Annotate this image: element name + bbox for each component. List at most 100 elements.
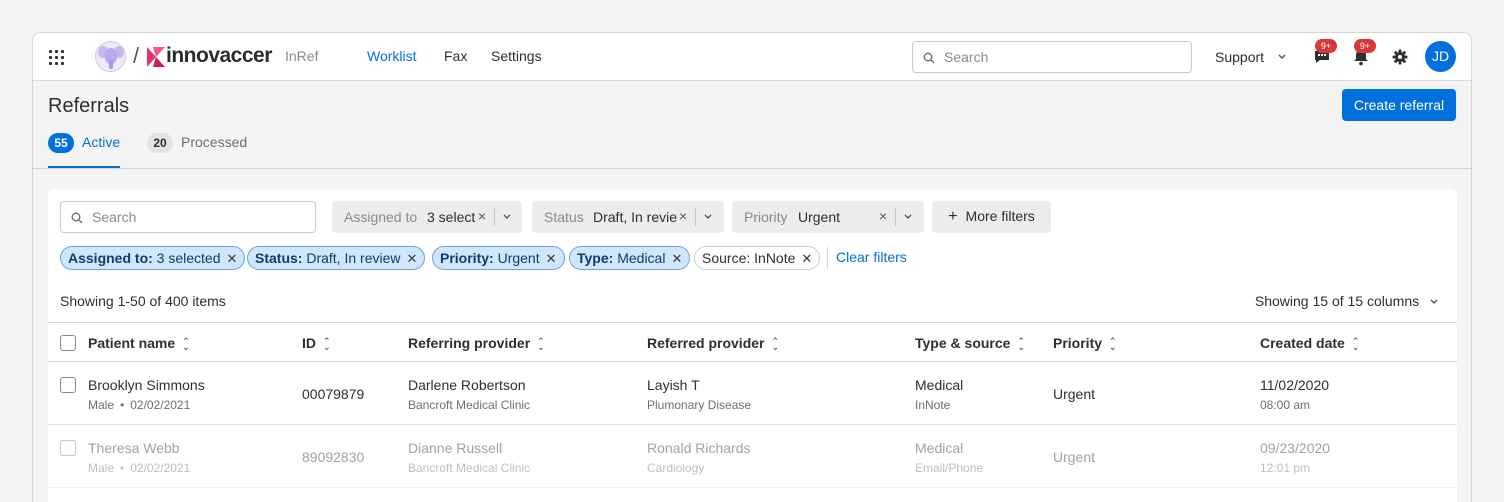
- app-switcher-icon[interactable]: [47, 47, 67, 67]
- dropdown-label: Status: [544, 209, 584, 225]
- close-icon[interactable]: ✕: [546, 248, 557, 270]
- settings-gear-icon[interactable]: [1391, 48, 1409, 66]
- close-icon[interactable]: ✕: [671, 248, 682, 270]
- referring-provider: Darlene Robertson: [408, 377, 526, 393]
- assigned-to-dropdown[interactable]: Assigned to 3 select ×: [332, 201, 522, 233]
- sort-icon[interactable]: ⌃ ⌄: [1109, 337, 1117, 352]
- sort-icon[interactable]: ⌃ ⌄: [537, 337, 545, 352]
- more-filters-label: More filters: [965, 208, 1035, 224]
- global-search-input[interactable]: [944, 49, 1174, 65]
- priority-dropdown[interactable]: Priority Urgent ×: [732, 201, 924, 233]
- status-dropdown[interactable]: Status Draft, In revie ×: [532, 201, 724, 233]
- filter-chip-priority[interactable]: Priority: Urgent ✕: [432, 246, 565, 270]
- select-all-checkbox[interactable]: [60, 335, 76, 351]
- table-search-input[interactable]: [92, 209, 302, 225]
- close-icon[interactable]: ✕: [801, 248, 812, 270]
- chevron-down-icon[interactable]: [1429, 298, 1439, 306]
- user-avatar[interactable]: JD: [1425, 41, 1456, 72]
- filter-chip-assigned[interactable]: Assigned to: 3 selected ✕: [60, 246, 246, 270]
- search-icon: [71, 212, 83, 224]
- row-checkbox[interactable]: [60, 377, 76, 393]
- app-window: / innovaccer InRef Worklist Fax Settings…: [32, 32, 1472, 502]
- close-icon[interactable]: ✕: [227, 248, 238, 270]
- sort-icon[interactable]: ⌃ ⌄: [182, 337, 190, 352]
- product-name: InRef: [285, 48, 319, 64]
- chips-divider: [827, 247, 828, 269]
- chip-key: Priority:: [440, 250, 494, 266]
- clear-icon[interactable]: ×: [478, 208, 486, 224]
- tab-label: Active: [82, 134, 121, 150]
- priority: Urgent: [1053, 386, 1096, 402]
- referring-org: Bancroft Medical Clinic: [408, 398, 531, 412]
- plus-icon: +: [948, 208, 958, 225]
- column-header[interactable]: Referring provider ⌃ ⌄: [408, 335, 545, 352]
- referral-id: 00079879: [302, 386, 365, 402]
- created-date: 11/02/2020: [1260, 377, 1330, 393]
- dropdown-value: Draft, In revie: [593, 209, 678, 225]
- chip-value: Draft, In review: [306, 250, 401, 266]
- nav-worklist[interactable]: Worklist: [367, 48, 417, 64]
- chip-key: Type:: [577, 250, 614, 266]
- chip-value: 3 selected: [156, 250, 221, 266]
- table-header: Patient name ⌃ ⌄ ID ⌃ ⌄ Referring provider ⌃ ⌄…: [48, 322, 1457, 362]
- patient-details: Male • 02/02/2021: [88, 398, 191, 412]
- global-search[interactable]: [912, 41, 1192, 73]
- filter-chip-status[interactable]: Status: Draft, In review ✕: [247, 246, 426, 270]
- brand-name: innovaccer: [166, 44, 272, 67]
- column-header[interactable]: Patient name ⌃ ⌄: [88, 335, 190, 352]
- chip-key: Assigned to:: [68, 250, 153, 266]
- sort-icon[interactable]: ⌃ ⌄: [1017, 337, 1025, 352]
- clear-filters-link[interactable]: Clear filters: [836, 249, 907, 265]
- clear-icon[interactable]: ×: [679, 208, 687, 224]
- sort-icon[interactable]: ⌃ ⌄: [1352, 337, 1360, 352]
- table-search[interactable]: [60, 201, 316, 233]
- innovaccer-logo-icon: [147, 47, 165, 67]
- referrals-table-card: Assigned to 3 select × Status Draft, In …: [48, 189, 1457, 502]
- chip-value: Urgent: [497, 250, 540, 266]
- created-date: 09/23/2020: [1260, 440, 1331, 456]
- table-row[interactable]: Theresa Webb Male • 02/02/2021 89092830 Di…: [48, 425, 1457, 488]
- notifications-badge: 9+: [1354, 39, 1376, 53]
- chevron-down-icon[interactable]: [1277, 53, 1287, 61]
- chevron-down-icon[interactable]: [502, 213, 512, 221]
- referred-specialty: Cardiology: [647, 461, 705, 475]
- nav-settings[interactable]: Settings: [491, 48, 542, 64]
- column-header[interactable]: Priority ⌃ ⌄: [1053, 335, 1117, 352]
- clear-icon[interactable]: ×: [879, 208, 887, 224]
- column-header[interactable]: ID ⌃ ⌄: [302, 335, 331, 352]
- columns-selector[interactable]: Showing 15 of 15 columns: [1255, 293, 1439, 309]
- dropdown-label: Priority: [744, 209, 788, 225]
- tab-active[interactable]: 55 Active: [48, 133, 121, 169]
- column-header[interactable]: Referred provider ⌃ ⌄: [647, 335, 779, 352]
- columns-count-label: Showing 15 of 15 columns: [1254, 293, 1420, 309]
- referring-provider: Dianne Russell: [408, 440, 503, 456]
- column-header[interactable]: Created date ⌃ ⌄: [1260, 335, 1360, 352]
- chevron-down-icon[interactable]: [703, 213, 713, 221]
- tab-count: 20: [147, 133, 173, 153]
- filter-chip-type[interactable]: Type: Medical ✕: [569, 246, 691, 270]
- patient-name[interactable]: Brooklyn Simmons: [88, 377, 205, 393]
- close-icon[interactable]: ✕: [406, 248, 417, 270]
- nav-fax[interactable]: Fax: [444, 48, 467, 64]
- tab-processed[interactable]: 20 Processed: [147, 133, 247, 169]
- referring-org: Bancroft Medical Clinic: [408, 461, 531, 475]
- tab-label: Processed: [181, 134, 248, 150]
- more-filters-button[interactable]: + More filters: [932, 201, 1051, 233]
- chevron-down-icon[interactable]: [903, 213, 913, 221]
- priority: Urgent: [1053, 449, 1096, 465]
- support-menu-label[interactable]: Support: [1215, 49, 1264, 65]
- column-header[interactable]: Type & source ⌃ ⌄: [915, 335, 1025, 352]
- top-navigation-bar: / innovaccer InRef Worklist Fax Settings…: [33, 33, 1471, 81]
- patient-name[interactable]: Theresa Webb: [88, 440, 180, 456]
- sort-icon[interactable]: ⌃ ⌄: [771, 337, 779, 352]
- create-referral-button[interactable]: Create referral: [1342, 89, 1456, 121]
- table-row[interactable]: Brooklyn Simmons Male • 02/02/2021 0007987…: [48, 362, 1457, 425]
- filter-chip-source[interactable]: Source: InNote ✕: [694, 246, 821, 270]
- search-icon: [923, 52, 935, 64]
- messages-badge: 9+: [1315, 39, 1337, 53]
- referral-type: Medical: [915, 440, 964, 456]
- referral-source: InNote: [915, 398, 951, 412]
- sort-icon[interactable]: ⌃ ⌄: [323, 337, 331, 352]
- referral-type: Medical: [915, 377, 964, 393]
- row-checkbox[interactable]: [60, 440, 76, 456]
